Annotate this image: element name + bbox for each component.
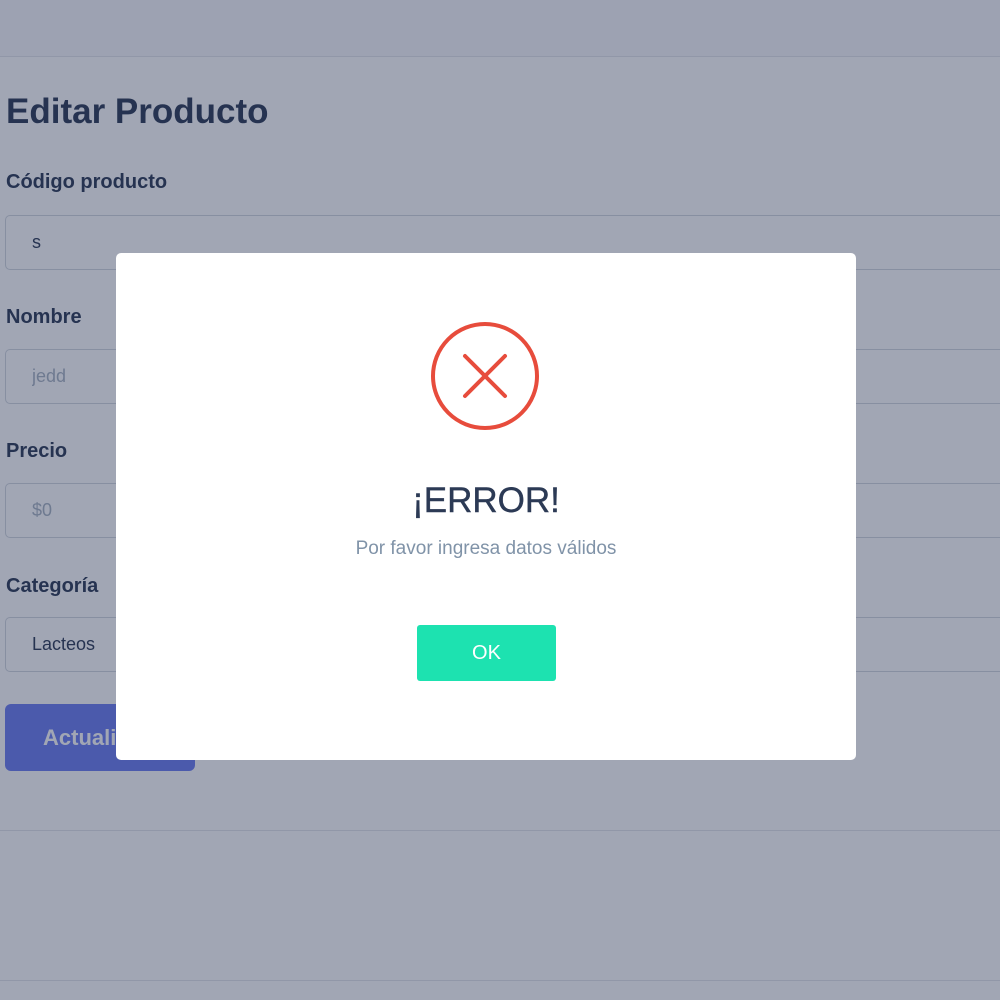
- error-dialog: ¡ERROR! Por favor ingresa datos válidos …: [116, 253, 856, 760]
- dialog-title: ¡ERROR!: [412, 481, 560, 520]
- ok-button[interactable]: OK: [417, 625, 556, 681]
- dialog-message: Por favor ingresa datos válidos: [355, 538, 617, 559]
- error-x-circle-icon: [431, 322, 539, 430]
